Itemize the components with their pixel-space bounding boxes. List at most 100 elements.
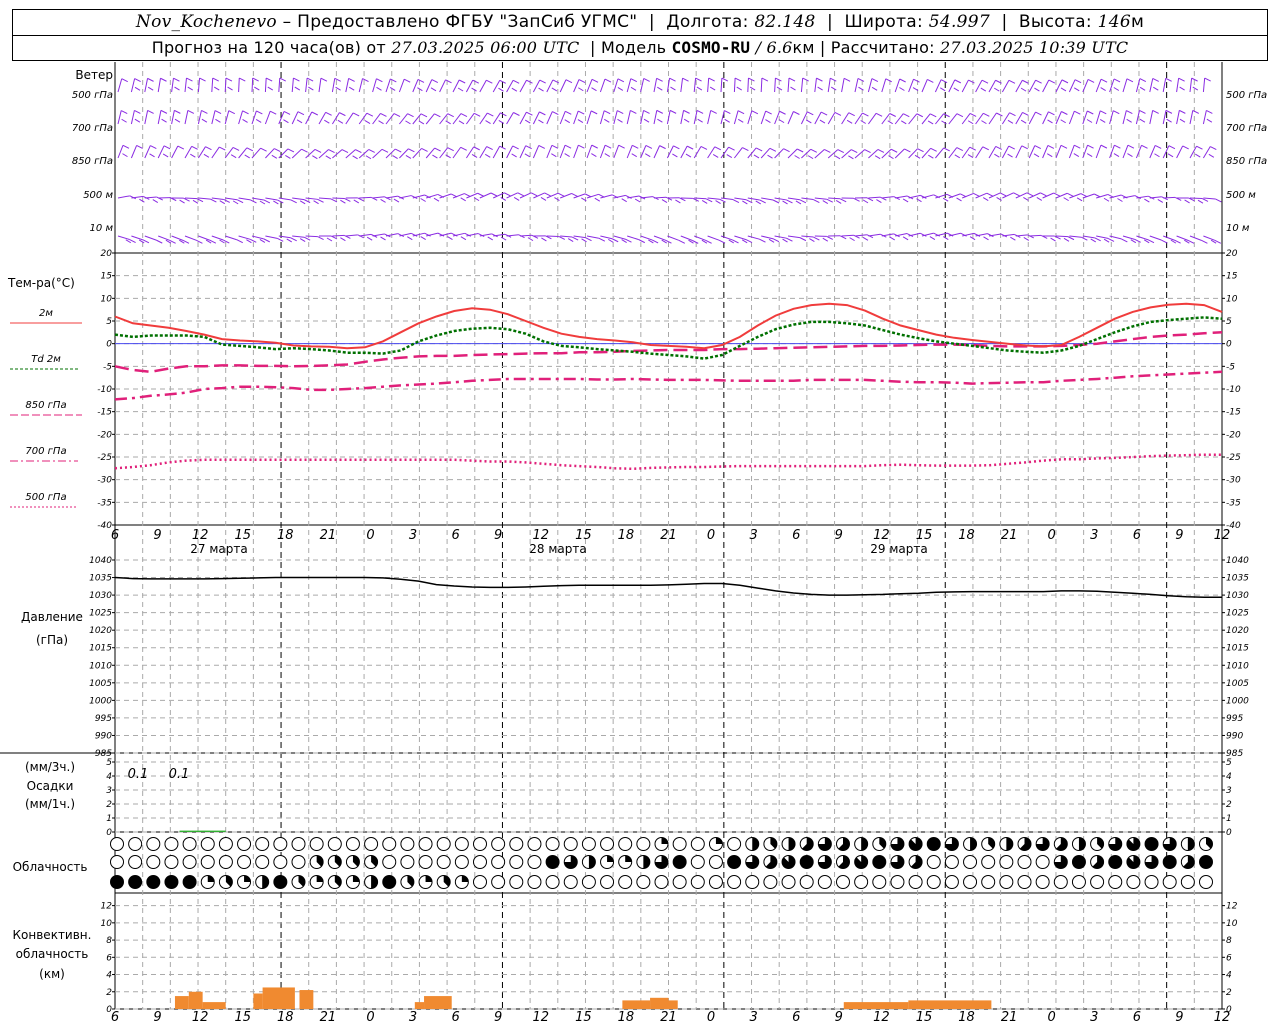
- cloud-cover-symbol: [309, 837, 324, 851]
- wind-barb-feather: [1194, 153, 1201, 158]
- wind-barb-feather: [712, 153, 719, 158]
- wind-barb-staff: [1202, 78, 1206, 93]
- wind-barb-feather: [271, 154, 278, 159]
- cloud-cover-symbol: [291, 837, 306, 851]
- wind-barb-feather: [617, 86, 624, 91]
- wind-barb-feather: [670, 86, 676, 91]
- wind-barb-staff: [720, 197, 733, 201]
- wind-barb-feather: [317, 198, 324, 203]
- wind-barb-staff: [1029, 234, 1042, 237]
- wind-barb-staff: [1042, 192, 1055, 199]
- wind-barb-staff: [1136, 235, 1149, 241]
- cloud-cover-symbol: [473, 837, 487, 851]
- wind-barb-feather: [1023, 196, 1029, 201]
- wind-barb-feather: [929, 113, 937, 118]
- wind-barb-staff: [707, 78, 710, 93]
- wind-barb-feather: [943, 236, 949, 240]
- wind-barb-feather: [657, 86, 663, 91]
- wind-barb-feather: [203, 153, 210, 158]
- x-tick-label: 15: [575, 528, 592, 543]
- cloud-cover-symbol: [1017, 855, 1032, 869]
- wind-barb-staff: [948, 79, 956, 93]
- wind-barb-feather: [696, 109, 704, 114]
- wind-barb-feather: [943, 147, 950, 152]
- wind-barb-staff: [131, 235, 144, 241]
- wind-barb-feather: [1165, 77, 1172, 82]
- cloud-cover-symbol: [491, 875, 506, 889]
- wind-barb-feather: [846, 119, 853, 124]
- y-tick-label: 5: [106, 317, 112, 327]
- wind-barb-feather: [352, 112, 360, 117]
- wind-barb-feather: [313, 200, 319, 205]
- wind-barb-feather: [417, 78, 425, 83]
- temperature-title: Тем-ра(°С): [7, 276, 75, 290]
- wind-barb-feather: [849, 237, 855, 242]
- y-tick-label-right: 1000: [1226, 696, 1249, 706]
- wind-barb-feather: [1034, 145, 1042, 150]
- wind-barb-staff: [573, 193, 586, 199]
- y-tick-label: 995: [95, 714, 112, 724]
- wind-barb-staff: [787, 235, 800, 239]
- wind-barb-feather: [1086, 153, 1093, 158]
- wind-barb-staff: [211, 235, 224, 241]
- wind-barb-feather: [1201, 198, 1209, 202]
- wind-barb-feather: [719, 198, 726, 203]
- y-tick-label: 0: [106, 340, 112, 350]
- wind-barb-feather: [578, 144, 585, 149]
- wind-barb-feather: [120, 110, 128, 114]
- wind-barb-feather: [420, 113, 428, 118]
- wind-barb-feather: [871, 86, 878, 91]
- wind-barb-staff: [130, 110, 135, 125]
- wind-barb-feather: [299, 238, 306, 243]
- wind-barb-feather: [511, 153, 517, 158]
- wind-barb-staff: [707, 110, 712, 125]
- wind-barb-staff: [935, 113, 944, 125]
- wind-barb-staff: [157, 110, 162, 125]
- y-tick-label-right: -25: [1226, 453, 1241, 463]
- wind-barb-staff: [734, 235, 747, 241]
- cloud-cover-symbol: [400, 855, 415, 869]
- wind-barb-feather: [431, 79, 439, 84]
- cloud-cover-symbol: [273, 855, 288, 869]
- cloud-cover-symbol: [182, 837, 197, 851]
- wind-barb-staff: [225, 235, 237, 241]
- wind-barb-staff: [1202, 110, 1207, 125]
- wind-barb-feather: [368, 149, 375, 153]
- wind-barb-staff: [760, 110, 767, 125]
- wind-barb-feather: [565, 79, 573, 84]
- wind-barb-staff: [425, 113, 435, 125]
- wind-barb-feather: [617, 110, 624, 115]
- wind-barb-feather: [1134, 238, 1141, 243]
- wind-barb-feather: [1161, 239, 1168, 244]
- wind-barb-staff: [1189, 235, 1202, 241]
- wind-barb-staff: [693, 146, 702, 159]
- wind-barb-feather: [1206, 118, 1213, 123]
- wind-barb-staff: [452, 113, 462, 125]
- wind-barb-staff: [1055, 235, 1069, 238]
- wind-barb-staff: [573, 235, 586, 239]
- wind-barb-feather: [967, 154, 974, 159]
- wind-barb-staff: [332, 149, 343, 159]
- wind-barb-feather: [552, 111, 559, 116]
- wind-barb-staff: [894, 148, 905, 159]
- wind-barb-feather: [889, 113, 896, 117]
- wind-barb-feather: [902, 236, 909, 241]
- cloud-cover-fill: [727, 855, 741, 869]
- wind-barb-feather: [1182, 145, 1189, 150]
- cloud-cover-fill: [146, 875, 160, 889]
- wind-barb-feather: [297, 111, 305, 116]
- x-tick-label: 21: [660, 528, 677, 543]
- wind-level-label-right: 500 гПа: [1226, 90, 1267, 101]
- wind-barb-staff: [895, 195, 908, 199]
- wind-barb-feather: [362, 78, 369, 82]
- wind-barb-staff: [734, 197, 747, 201]
- cloud-cover-symbol: [327, 837, 342, 851]
- wind-barb-feather: [591, 153, 597, 157]
- wind-barb-feather: [228, 110, 235, 115]
- x-tick-label: 3: [750, 528, 758, 543]
- wind-barb-staff: [867, 112, 877, 125]
- wind-barb-feather: [584, 193, 592, 198]
- cloud-cover-fill: [207, 875, 215, 882]
- wind-barb-staff: [1163, 196, 1176, 199]
- wind-barb-staff: [1068, 79, 1076, 93]
